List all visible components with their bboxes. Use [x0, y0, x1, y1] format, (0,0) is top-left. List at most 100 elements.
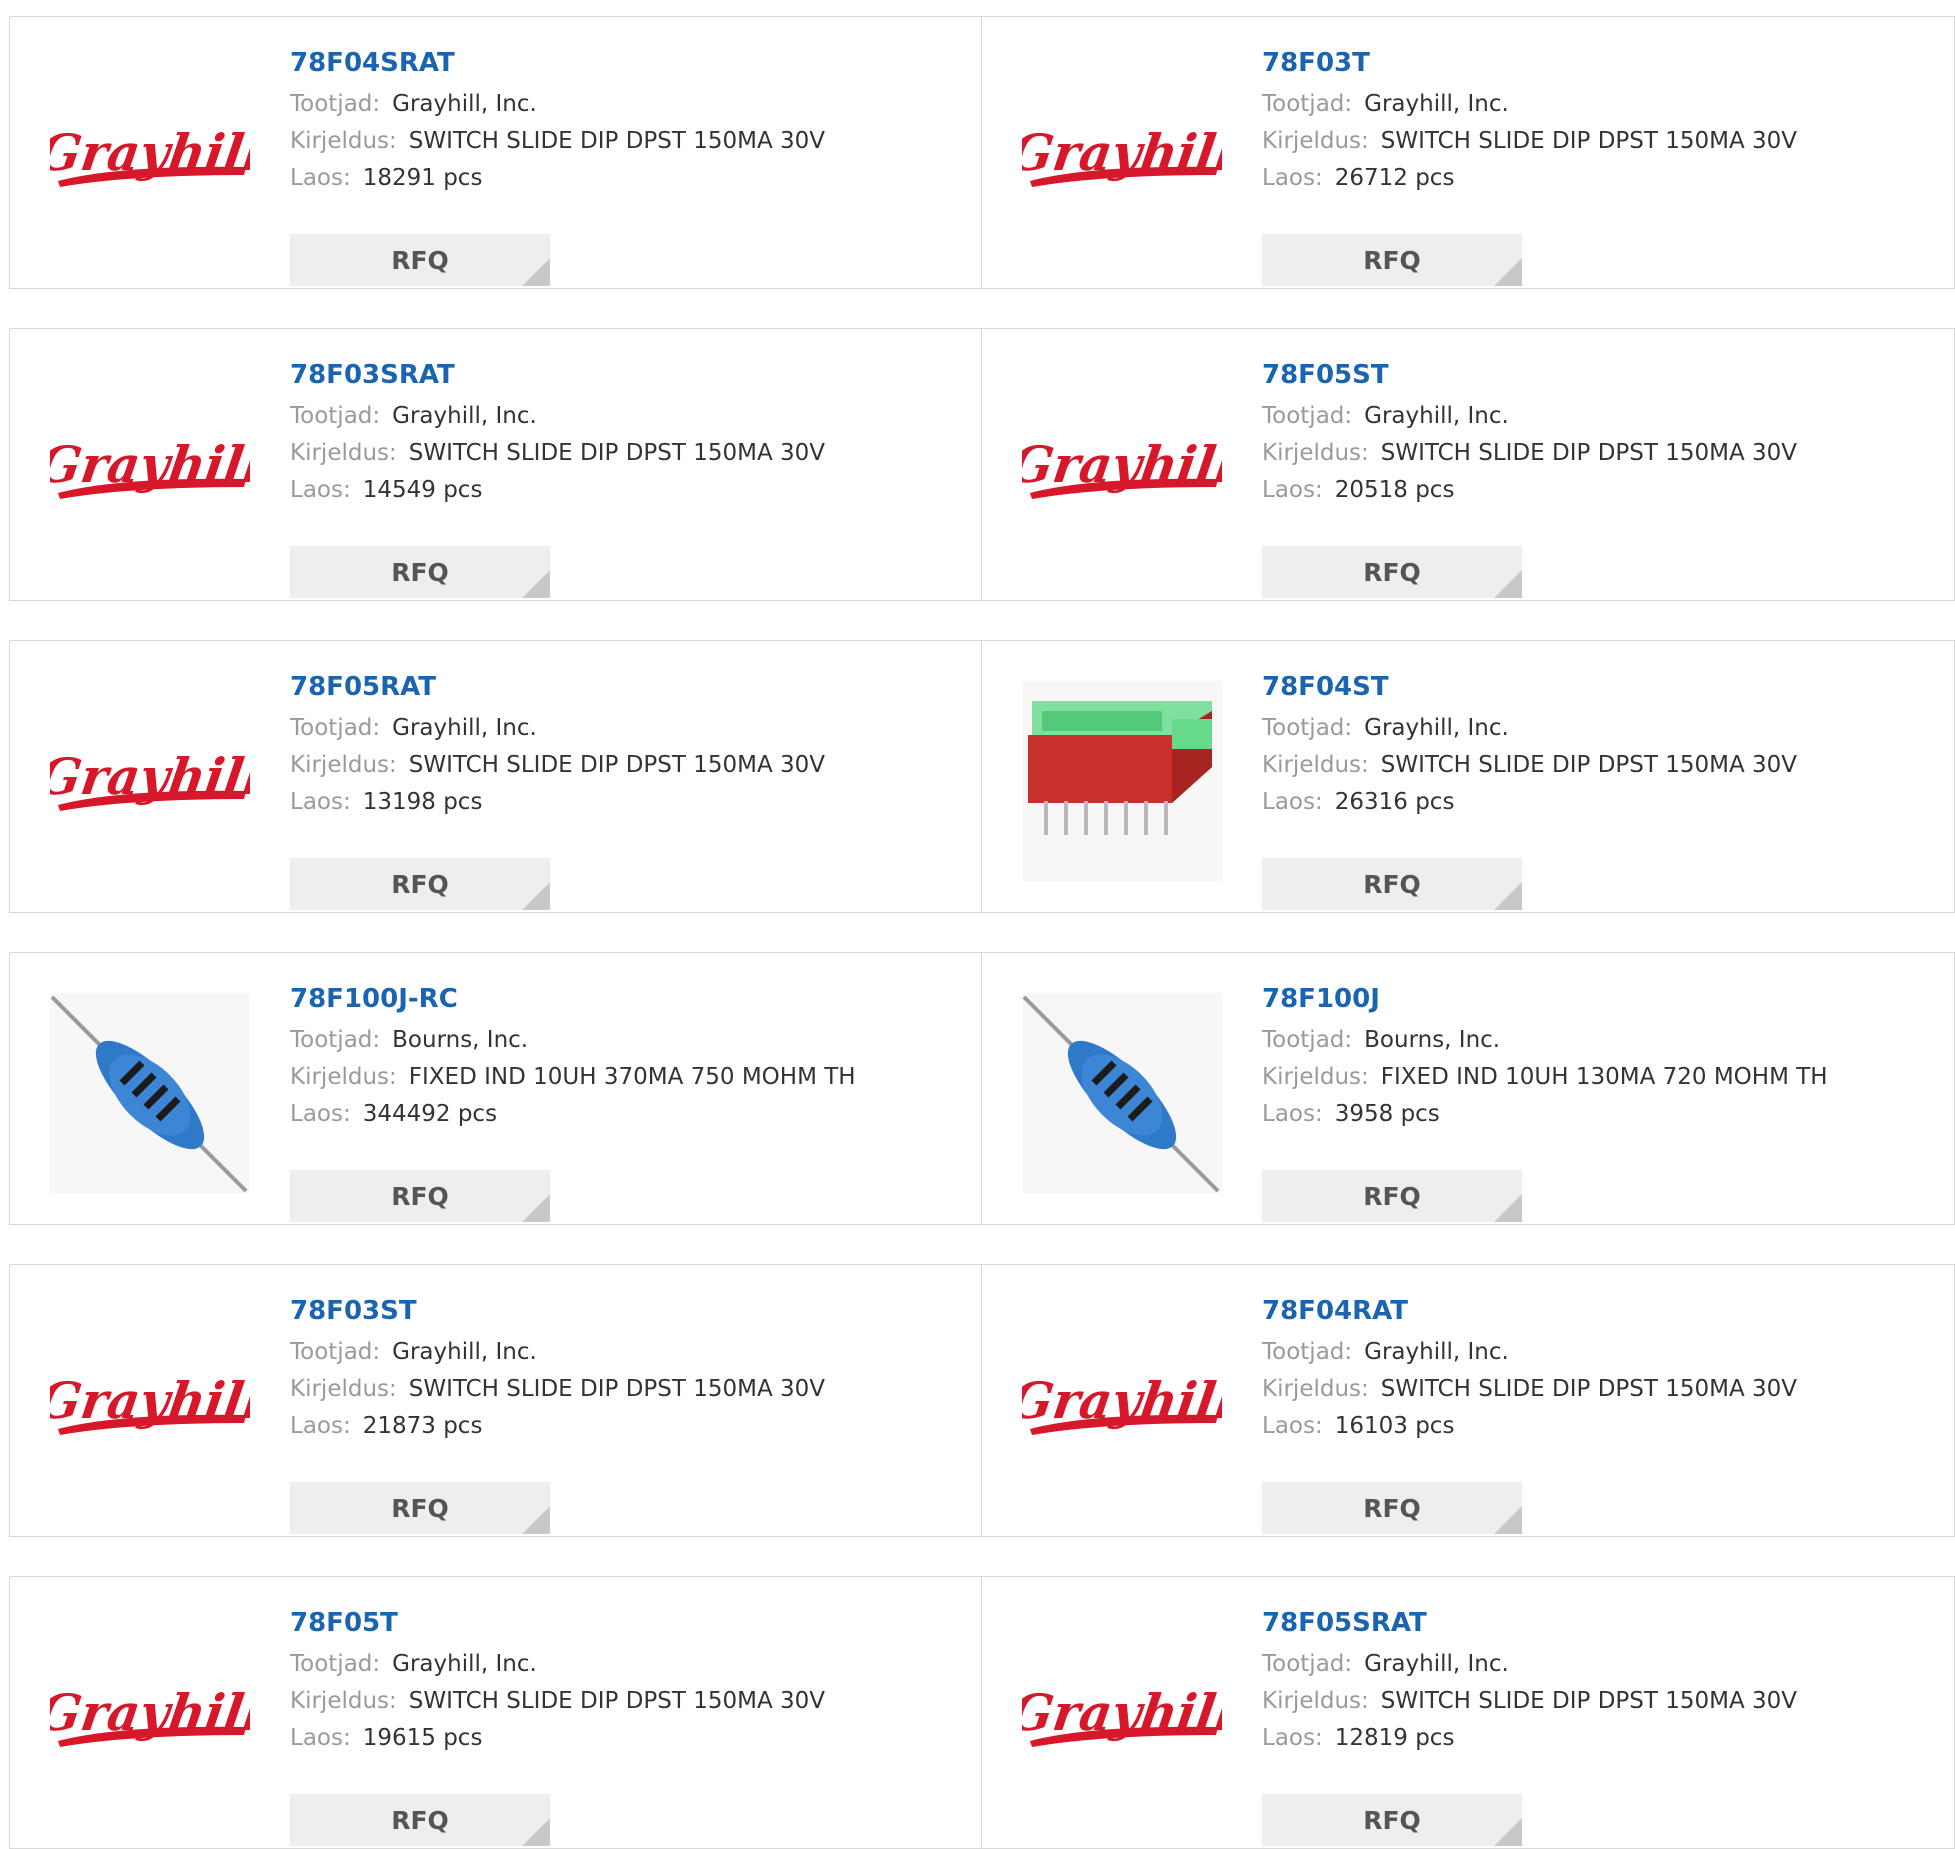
product-info: 78F05T Tootjad: Grayhill, Inc. Kirjeldus:… — [290, 1604, 825, 1846]
product-image[interactable]: Grayhill — [50, 1305, 250, 1505]
rfq-button[interactable]: RFQ — [290, 858, 550, 910]
manufacturer-value: Grayhill, Inc. — [1364, 91, 1509, 117]
svg-text:Grayhill: Grayhill — [50, 1683, 250, 1742]
manufacturer-value: Grayhill, Inc. — [392, 1651, 537, 1677]
rfq-label: RFQ — [1363, 245, 1421, 275]
description-row: Kirjeldus: SWITCH SLIDE DIP DPST 150MA 30… — [1262, 435, 1797, 472]
rfq-button[interactable]: RFQ — [1262, 546, 1522, 598]
rfq-button[interactable]: RFQ — [1262, 858, 1522, 910]
description-value: SWITCH SLIDE DIP DPST 150MA 30V — [1380, 752, 1798, 778]
product-card: Grayhill 78F03T Tootjad: Grayhill, Inc. K… — [982, 17, 1954, 288]
manufacturer-value: Grayhill, Inc. — [1364, 403, 1509, 429]
product-row: Grayhill 78F04SRAT Tootjad: Grayhill, Inc… — [9, 16, 1955, 289]
rfq-label: RFQ — [1363, 1493, 1421, 1523]
description-value: SWITCH SLIDE DIP DPST 150MA 30V — [408, 440, 826, 466]
rfq-button[interactable]: RFQ — [1262, 1794, 1522, 1846]
description-value: SWITCH SLIDE DIP DPST 150MA 30V — [1380, 1688, 1798, 1714]
description-value: SWITCH SLIDE DIP DPST 150MA 30V — [408, 128, 826, 154]
rfq-label: RFQ — [391, 1493, 449, 1523]
manufacturer-value: Grayhill, Inc. — [1364, 715, 1509, 741]
product-image[interactable]: Grayhill — [50, 57, 250, 257]
part-number-link[interactable]: 78F04RAT — [1262, 1292, 1797, 1330]
description-label: Kirjeldus: — [1262, 1688, 1369, 1714]
product-card: Grayhill 78F05ST Tootjad: Grayhill, Inc. … — [982, 329, 1954, 600]
rfq-label: RFQ — [1363, 1181, 1421, 1211]
description-value: SWITCH SLIDE DIP DPST 150MA 30V — [408, 1688, 826, 1714]
svg-text:Grayhill: Grayhill — [1022, 1371, 1222, 1430]
corner-fold-icon — [1494, 1818, 1522, 1846]
grayhill-logo-icon: Grayhill — [1022, 1371, 1222, 1435]
manufacturer-value: Grayhill, Inc. — [1364, 1651, 1509, 1677]
rfq-button[interactable]: RFQ — [1262, 1170, 1522, 1222]
stock-row: Laos: 344492 pcs — [290, 1096, 856, 1133]
manufacturer-row: Tootjad: Grayhill, Inc. — [1262, 86, 1797, 123]
stock-row: Laos: 3958 pcs — [1262, 1096, 1828, 1133]
rfq-button[interactable]: RFQ — [290, 234, 550, 286]
description-value: FIXED IND 10UH 130MA 720 MOHM TH — [1380, 1064, 1828, 1090]
product-image[interactable]: Grayhill — [1022, 1617, 1222, 1817]
description-value: FIXED IND 10UH 370MA 750 MOHM TH — [408, 1064, 856, 1090]
stock-row: Laos: 26316 pcs — [1262, 784, 1797, 821]
part-number-link[interactable]: 78F100J — [1262, 980, 1828, 1018]
svg-text:Grayhill: Grayhill — [1022, 123, 1222, 182]
inductor-photo-icon — [1022, 993, 1222, 1193]
rfq-button[interactable]: RFQ — [290, 546, 550, 598]
part-number-link[interactable]: 78F100J-RC — [290, 980, 856, 1018]
product-image[interactable]: Grayhill — [50, 1617, 250, 1817]
manufacturer-row: Tootjad: Grayhill, Inc. — [290, 86, 825, 123]
manufacturer-label: Tootjad: — [1262, 715, 1353, 741]
rfq-label: RFQ — [1363, 557, 1421, 587]
corner-fold-icon — [1494, 882, 1522, 910]
rfq-button[interactable]: RFQ — [1262, 1482, 1522, 1534]
manufacturer-label: Tootjad: — [1262, 91, 1353, 117]
corner-fold-icon — [522, 882, 550, 910]
product-image[interactable]: Grayhill — [1022, 57, 1222, 257]
stock-value: 344492 pcs — [362, 1101, 498, 1127]
svg-text:Grayhill: Grayhill — [50, 123, 250, 182]
product-image[interactable] — [1022, 681, 1222, 881]
product-image[interactable]: Grayhill — [50, 681, 250, 881]
description-row: Kirjeldus: SWITCH SLIDE DIP DPST 150MA 30… — [290, 1683, 825, 1720]
description-label: Kirjeldus: — [290, 1376, 397, 1402]
description-row: Kirjeldus: SWITCH SLIDE DIP DPST 150MA 30… — [290, 1371, 825, 1408]
rfq-button[interactable]: RFQ — [1262, 234, 1522, 286]
manufacturer-value: Grayhill, Inc. — [392, 715, 537, 741]
part-number-link[interactable]: 78F03T — [1262, 44, 1797, 82]
rfq-label: RFQ — [391, 245, 449, 275]
rfq-button[interactable]: RFQ — [290, 1794, 550, 1846]
part-number-link[interactable]: 78F05ST — [1262, 356, 1797, 394]
description-label: Kirjeldus: — [1262, 128, 1369, 154]
stock-label: Laos: — [1262, 477, 1323, 503]
product-row: Grayhill 78F05T Tootjad: Grayhill, Inc. K… — [9, 1576, 1955, 1849]
part-number-link[interactable]: 78F03ST — [290, 1292, 825, 1330]
part-number-link[interactable]: 78F04SRAT — [290, 44, 825, 82]
product-image[interactable]: Grayhill — [1022, 369, 1222, 569]
stock-label: Laos: — [1262, 1101, 1323, 1127]
part-number-link[interactable]: 78F05RAT — [290, 668, 825, 706]
part-number-link[interactable]: 78F04ST — [1262, 668, 1797, 706]
product-row: Grayhill 78F03ST Tootjad: Grayhill, Inc. … — [9, 1264, 1955, 1537]
manufacturer-label: Tootjad: — [1262, 1339, 1353, 1365]
product-image[interactable]: Grayhill — [50, 369, 250, 569]
product-info: 78F05SRAT Tootjad: Grayhill, Inc. Kirjeld… — [1262, 1604, 1798, 1846]
rfq-button[interactable]: RFQ — [290, 1170, 550, 1222]
product-info: 78F03ST Tootjad: Grayhill, Inc. Kirjeldus… — [290, 1292, 825, 1534]
manufacturer-label: Tootjad: — [290, 403, 381, 429]
part-number-link[interactable]: 78F03SRAT — [290, 356, 825, 394]
description-row: Kirjeldus: SWITCH SLIDE DIP DPST 150MA 30… — [1262, 747, 1797, 784]
product-image[interactable] — [1022, 993, 1222, 1193]
corner-fold-icon — [522, 258, 550, 286]
product-image[interactable] — [50, 993, 250, 1193]
dip-switch-photo-icon — [1022, 681, 1222, 881]
product-image[interactable]: Grayhill — [1022, 1305, 1222, 1505]
rfq-button[interactable]: RFQ — [290, 1482, 550, 1534]
part-number-link[interactable]: 78F05T — [290, 1604, 825, 1642]
stock-row: Laos: 20518 pcs — [1262, 472, 1797, 509]
manufacturer-row: Tootjad: Grayhill, Inc. — [1262, 1646, 1797, 1683]
svg-text:Grayhill: Grayhill — [50, 435, 250, 494]
grayhill-logo-icon: Grayhill — [50, 747, 250, 811]
manufacturer-label: Tootjad: — [290, 1339, 381, 1365]
rfq-label: RFQ — [391, 557, 449, 587]
part-number-link[interactable]: 78F05SRAT — [1262, 1604, 1797, 1642]
stock-row: Laos: 19615 pcs — [290, 1720, 825, 1757]
